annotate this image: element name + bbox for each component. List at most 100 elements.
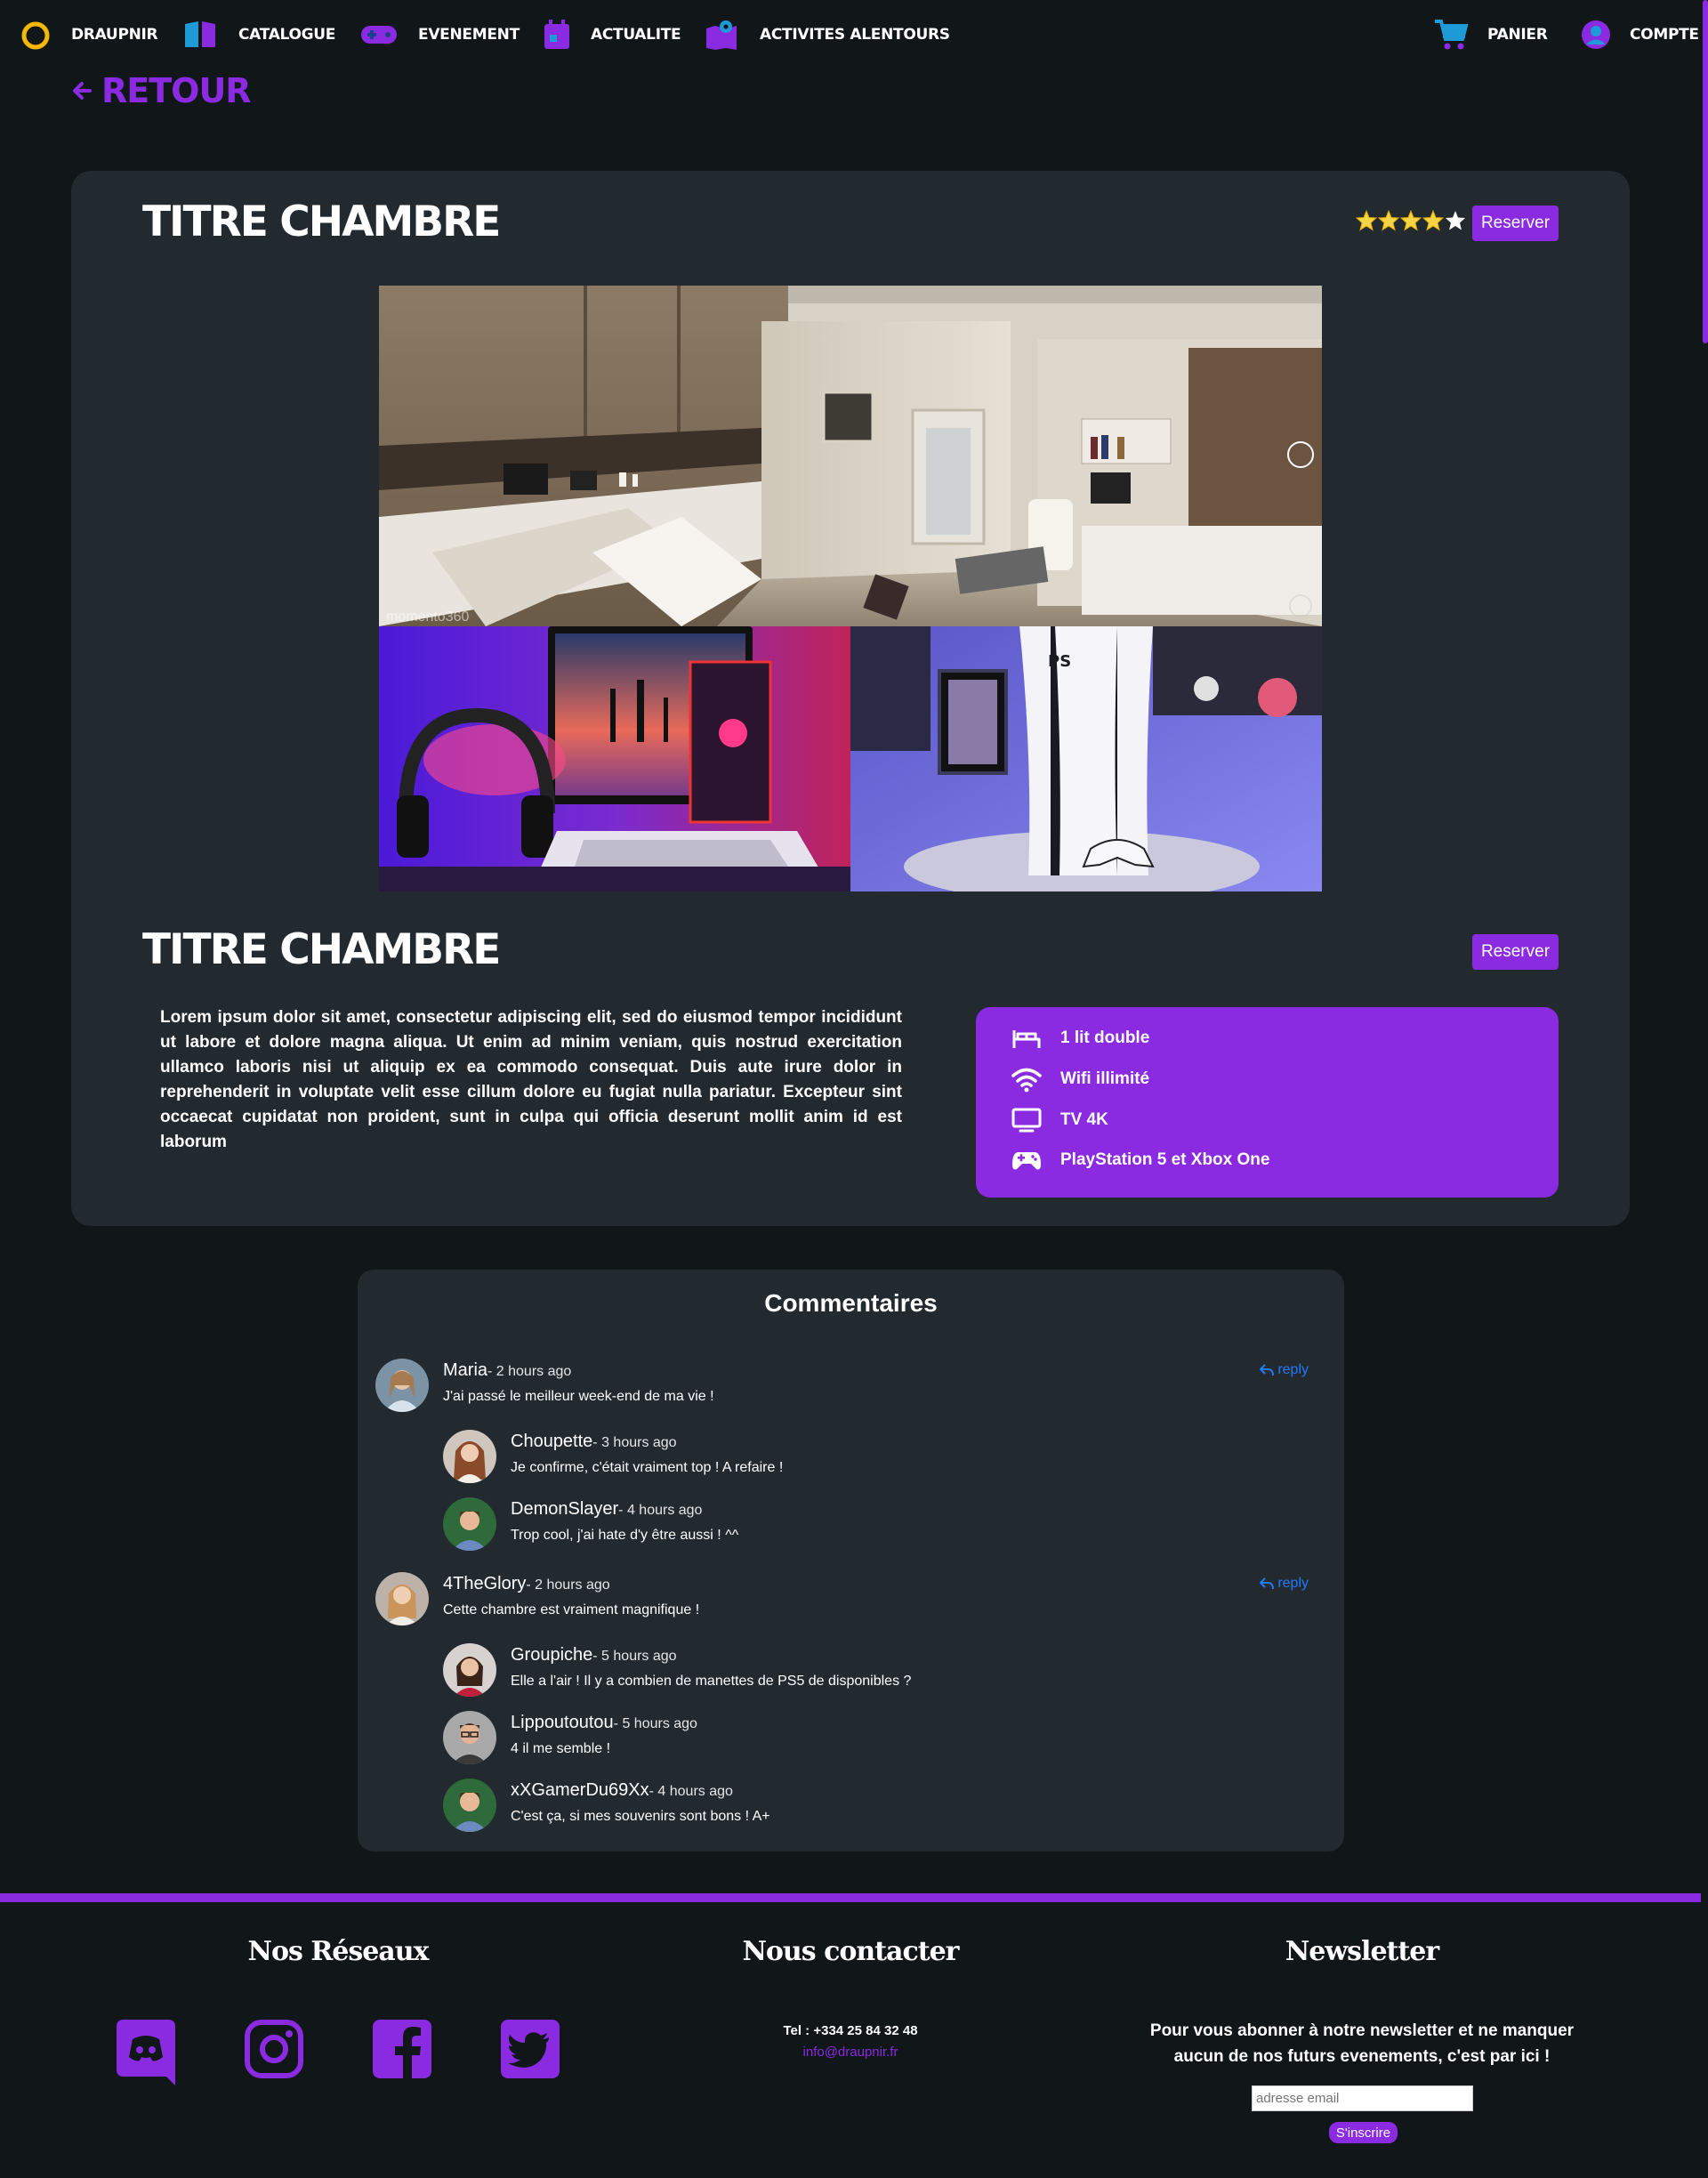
comment-author-line: Groupiche- 5 hours ago: [511, 1645, 677, 1666]
comment: Maria- 2 hours ago J'ai passé le meilleu…: [375, 1359, 1326, 1416]
comment-author[interactable]: Maria: [443, 1360, 487, 1380]
comment-time: - 5 hours ago: [592, 1649, 677, 1664]
comment-time: - 3 hours ago: [592, 1435, 677, 1450]
instagram-icon: [245, 2020, 303, 2078]
comment-time: - 2 hours ago: [487, 1364, 572, 1379]
ps5-photo[interactable]: PS: [850, 626, 1322, 891]
photo-watermark: momento360: [386, 609, 469, 625]
back-link[interactable]: RETOUR: [71, 71, 252, 110]
reply-comment: Choupette- 3 hours ago Je confirme, c'ét…: [443, 1430, 1244, 1487]
amenity-label: 1 lit double: [1060, 1028, 1150, 1047]
comment-author-line: xXGamerDu69Xx- 4 hours ago: [511, 1780, 733, 1801]
discord-link[interactable]: [117, 2020, 175, 2085]
comment-author[interactable]: Lippoutoutou: [511, 1713, 614, 1732]
facebook-link[interactable]: [373, 2020, 431, 2082]
comments-panel: Commentaires Maria- 2 hours ago J'ai pas…: [358, 1270, 1344, 1851]
footer-newsletter-title: Newsletter: [1285, 1936, 1439, 1967]
amenity-console: PlayStation 5 et Xbox One: [1011, 1147, 1269, 1174]
footer-social-title: Nos Réseaux: [247, 1936, 430, 1967]
amenity-label: PlayStation 5 et Xbox One: [1060, 1150, 1270, 1169]
comment-text: Elle a l'air ! Il y a combien de manette…: [511, 1674, 912, 1689]
subscribe-button[interactable]: S'inscrire: [1329, 2122, 1398, 2143]
amenity-label: TV 4K: [1060, 1110, 1108, 1129]
amenity-wifi: Wifi illimité: [1011, 1066, 1149, 1093]
twitter-icon: [501, 2020, 560, 2078]
reply-comment: Groupiche- 5 hours ago Elle a l'air ! Il…: [443, 1643, 1244, 1700]
room-title: TITRE CHAMBRE: [142, 198, 501, 246]
calendar-icon: [544, 20, 569, 49]
comment-author-line: Choupette- 3 hours ago: [511, 1432, 677, 1452]
bedroom-image: momento360: [379, 286, 1322, 626]
logo-ring-icon: [21, 21, 50, 50]
discord-icon: [117, 2020, 175, 2085]
contact-phone: Tel : +334 25 84 32 48: [783, 2023, 918, 2038]
reply-label: reply: [1277, 1576, 1309, 1591]
room-title-secondary: TITRE CHAMBRE: [142, 925, 501, 974]
reply-label: reply: [1277, 1362, 1309, 1377]
star-filled-icon: [1356, 210, 1377, 231]
comment-time: - 5 hours ago: [613, 1716, 697, 1731]
reserve-button-secondary[interactable]: Reserver: [1472, 934, 1559, 970]
nav-label-compte: COMPTE: [1630, 26, 1699, 44]
avatar: [375, 1359, 429, 1412]
twitter-link[interactable]: [501, 2020, 560, 2082]
scrollbar-thumb[interactable]: [1703, 0, 1708, 343]
amenities-box: 1 lit double Wifi illimité TV 4K PlaySta…: [976, 1007, 1559, 1198]
comment-author[interactable]: DemonSlayer: [511, 1499, 618, 1519]
brand-label: DRAUPNIR: [71, 26, 158, 44]
user-avatar-icon: [1582, 20, 1610, 49]
nav-label-activites: ACTIVITES ALENTOURS: [760, 26, 950, 44]
footer-divider: [0, 1893, 1701, 1902]
map-icon: [706, 20, 737, 50]
comment-author[interactable]: 4TheGlory: [443, 1574, 526, 1593]
contact-email-link[interactable]: info@draupnir.fr: [747, 2045, 954, 2060]
star-filled-icon: [1400, 210, 1422, 231]
comment-text: 4 il me semble !: [511, 1741, 611, 1756]
footer-contact-title: Nous contacter: [742, 1936, 960, 1967]
star-empty-icon: [1446, 211, 1465, 230]
comment-author-line: Lippoutoutou- 5 hours ago: [511, 1713, 697, 1733]
comment: 4TheGlory- 2 hours ago Cette chambre est…: [375, 1572, 1326, 1629]
comment-time: - 4 hours ago: [618, 1503, 703, 1518]
amenity-label: Wifi illimité: [1060, 1069, 1150, 1088]
reply-comment: Lippoutoutou- 5 hours ago 4 il me semble…: [443, 1711, 1244, 1768]
amenity-tv: TV 4K: [1011, 1107, 1108, 1133]
wifi-icon: [1011, 1068, 1042, 1093]
facebook-icon: [373, 2020, 431, 2078]
avatar: [443, 1497, 496, 1551]
room-description: Lorem ipsum dolor sit amet, consectetur …: [160, 1008, 902, 1151]
comments-title: Commentaires: [764, 1289, 938, 1317]
cart-icon: [1435, 20, 1468, 50]
navbar: DRAUPNIR CATALOGUE EVENEMENT ACTUALITE A…: [0, 0, 1708, 71]
nav-label-catalogue: CATALOGUE: [238, 26, 336, 44]
gamepad-icon: [1012, 1152, 1041, 1170]
comment-author[interactable]: Groupiche: [511, 1645, 592, 1665]
comment-time: - 2 hours ago: [526, 1577, 610, 1593]
star-filled-icon: [1422, 210, 1444, 231]
avatar: [443, 1711, 496, 1764]
comment-author-line: DemonSlayer- 4 hours ago: [511, 1499, 702, 1520]
avatar: [443, 1643, 496, 1697]
comment-author[interactable]: xXGamerDu69Xx: [511, 1780, 649, 1800]
svg-text:PS: PS: [1048, 652, 1071, 671]
scrollbar[interactable]: [1701, 0, 1708, 2178]
comment-text: J'ai passé le meilleur week-end de ma vi…: [443, 1389, 714, 1404]
comment-author[interactable]: Choupette: [511, 1432, 592, 1451]
reply-arrow-icon: [1260, 1364, 1275, 1376]
instagram-link[interactable]: [245, 2020, 303, 2082]
reply-link[interactable]: reply: [1260, 1576, 1309, 1592]
room-360-photo[interactable]: momento360: [379, 286, 1322, 626]
gamepad-icon: [361, 26, 397, 44]
avatar: [443, 1779, 496, 1832]
reply-link[interactable]: reply: [1260, 1362, 1309, 1378]
book-icon: [185, 21, 215, 47]
comment-author-line: Maria- 2 hours ago: [443, 1360, 571, 1381]
bed-icon: [1012, 1030, 1041, 1048]
amenity-bed: 1 lit double: [1011, 1025, 1149, 1052]
reply-arrow-icon: [1260, 1577, 1275, 1590]
reply-comment: xXGamerDu69Xx- 4 hours ago C'est ça, si …: [443, 1779, 1244, 1835]
gaming-setup-photo[interactable]: [379, 626, 850, 891]
newsletter-email-input[interactable]: [1252, 2085, 1473, 2111]
reserve-button[interactable]: Reserver: [1472, 206, 1559, 241]
nav-label-panier: PANIER: [1487, 26, 1548, 44]
